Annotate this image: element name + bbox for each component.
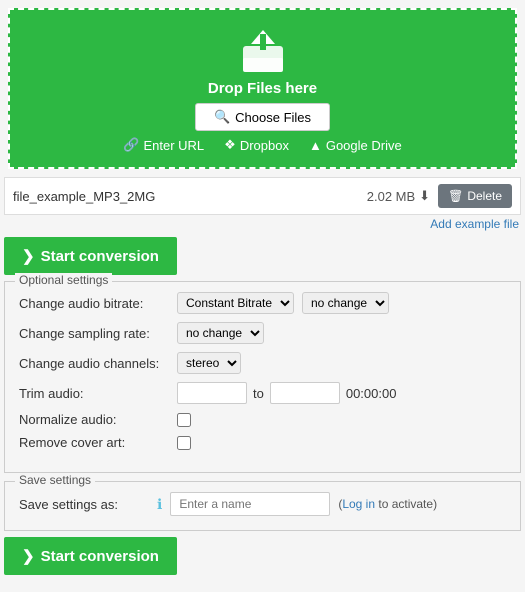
search-icon: 🔍 <box>214 109 230 125</box>
delete-label: Delete <box>467 189 502 203</box>
trim-end-input[interactable] <box>270 382 340 404</box>
chevron-right-icon: ❯ <box>22 247 35 265</box>
optional-settings-box: Optional settings Change audio bitrate: … <box>4 281 521 473</box>
sampling-label: Change sampling rate: <box>19 326 169 341</box>
dropbox-label: Dropbox <box>240 138 289 153</box>
file-name: file_example_MP3_2MG <box>13 189 359 204</box>
upload-icon <box>237 28 289 74</box>
start-conversion-button-bottom[interactable]: ❯ Start conversion <box>4 537 177 575</box>
google-drive-link[interactable]: ▲ Google Drive <box>309 137 402 153</box>
remove-cover-label: Remove cover art: <box>19 435 169 450</box>
trim-to-text: to <box>253 386 264 401</box>
save-as-label: Save settings as: <box>19 497 149 512</box>
channels-select[interactable]: stereo mono <box>177 352 241 374</box>
sampling-select[interactable]: no change 8000 Hz 11025 Hz 16000 Hz 2205… <box>177 322 264 344</box>
choose-files-label: Choose Files <box>235 110 311 125</box>
remove-cover-row: Remove cover art: <box>19 435 506 450</box>
trim-row: Trim audio: to 00:00:00 <box>19 382 506 404</box>
trim-time-display: 00:00:00 <box>346 386 397 401</box>
file-row: file_example_MP3_2MG 2.02 MB ⬇ 🗑 Delete <box>4 177 521 215</box>
bitrate-row: Change audio bitrate: Constant Bitrate V… <box>19 292 506 314</box>
start-conversion-label-bottom: Start conversion <box>41 548 159 565</box>
link-icon: 🔗 <box>123 137 139 153</box>
dropbox-icon: ❖ <box>224 137 236 153</box>
drop-links: 🔗 Enter URL ❖ Dropbox ▲ Google Drive <box>123 137 401 153</box>
bitrate-value-select[interactable]: no change 64 kbps 128 kbps 192 kbps 256 … <box>302 292 389 314</box>
file-size-value: 2.02 MB <box>367 189 415 204</box>
dropbox-link[interactable]: ❖ Dropbox <box>224 137 289 153</box>
trim-start-input[interactable] <box>177 382 247 404</box>
bitrate-type-select[interactable]: Constant Bitrate Variable Bitrate <box>177 292 294 314</box>
normalize-row: Normalize audio: <box>19 412 506 427</box>
google-drive-label: Google Drive <box>326 138 402 153</box>
google-drive-icon: ▲ <box>309 138 322 153</box>
save-row: Save settings as: ℹ (Log in to activate) <box>19 492 506 516</box>
choose-files-button[interactable]: 🔍 Choose Files <box>195 103 330 131</box>
add-example-row: Add example file <box>6 217 519 231</box>
trim-label: Trim audio: <box>19 386 169 401</box>
login-activate-text: (Log in to activate) <box>338 497 437 511</box>
download-icon: ⬇ <box>419 188 430 204</box>
optional-settings-legend: Optional settings <box>15 273 112 287</box>
add-example-link[interactable]: Add example file <box>430 217 519 231</box>
login-link[interactable]: Log in <box>342 497 375 511</box>
drop-text: Drop Files here <box>208 80 317 97</box>
save-name-input[interactable] <box>170 492 330 516</box>
normalize-label: Normalize audio: <box>19 412 169 427</box>
save-settings-legend: Save settings <box>15 473 95 487</box>
start-conversion-label-top: Start conversion <box>41 248 159 265</box>
normalize-checkbox[interactable] <box>177 413 191 427</box>
chevron-right-icon-bottom: ❯ <box>22 547 35 565</box>
trash-icon: 🗑 <box>448 189 463 203</box>
bitrate-label: Change audio bitrate: <box>19 296 169 311</box>
start-conversion-button-top[interactable]: ❯ Start conversion <box>4 237 177 275</box>
channels-row: Change audio channels: stereo mono <box>19 352 506 374</box>
remove-cover-checkbox[interactable] <box>177 436 191 450</box>
save-settings-box: Save settings Save settings as: ℹ (Log i… <box>4 481 521 531</box>
delete-button[interactable]: 🗑 Delete <box>438 184 512 208</box>
enter-url-link[interactable]: 🔗 Enter URL <box>123 137 204 153</box>
channels-label: Change audio channels: <box>19 356 169 371</box>
add-example-label: Add example file <box>430 217 519 231</box>
drop-zone[interactable]: Drop Files here 🔍 Choose Files 🔗 Enter U… <box>8 8 517 169</box>
sampling-row: Change sampling rate: no change 8000 Hz … <box>19 322 506 344</box>
file-size: 2.02 MB ⬇ <box>367 188 430 204</box>
info-icon[interactable]: ℹ <box>157 496 162 513</box>
trim-controls: to 00:00:00 <box>177 382 396 404</box>
enter-url-label: Enter URL <box>143 138 204 153</box>
